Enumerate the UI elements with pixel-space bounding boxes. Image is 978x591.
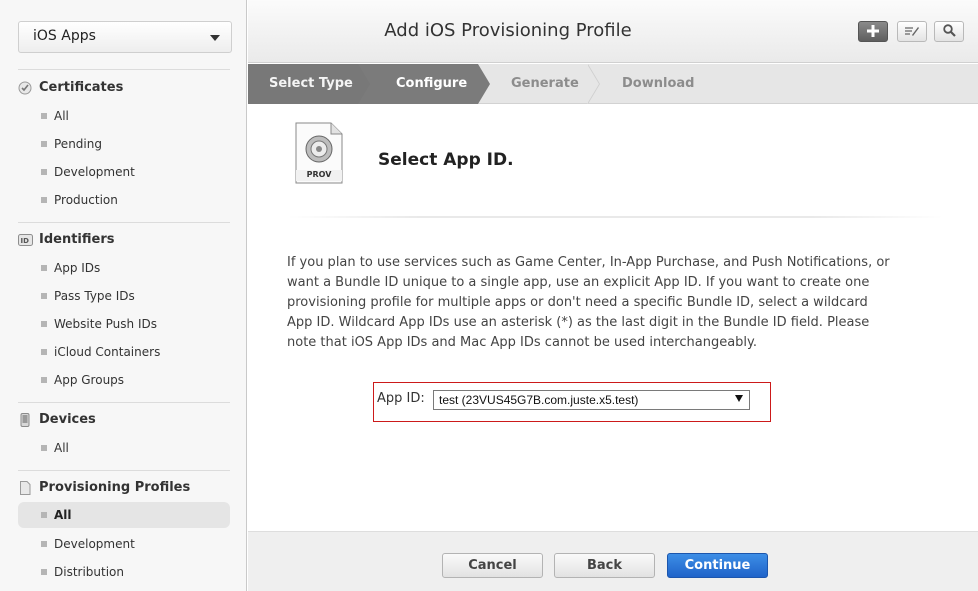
sidebar-item-label: All [54,441,69,455]
step-select-type: Select Type [269,76,353,91]
sidebar-item-label: Pending [54,137,102,151]
header: Add iOS Provisioning Profile [248,0,978,63]
sidebar-divider [18,402,230,403]
sidebar-item-certificates-all[interactable]: All [18,103,230,129]
sidebar-item-label: Pass Type IDs [54,289,135,303]
sidebar-divider [18,69,230,70]
sidebar-item-label: App IDs [54,261,101,275]
sidebar: iOS Apps Certificates All Pending Develo… [0,0,247,591]
sidebar-section-provisioning-profiles: Provisioning Profiles [18,480,190,495]
step-arrow [358,64,370,104]
sidebar-item-certificates-development[interactable]: Development [18,159,230,185]
add-icon [867,22,879,41]
bullet-icon [41,377,47,383]
step-download: Download [622,76,695,91]
sidebar-item-label: Development [54,165,135,179]
bullet-icon [41,197,47,203]
sidebar-item-label: App Groups [54,373,125,387]
step-arrow [587,64,599,104]
bullet-icon [41,321,47,327]
step-arrow [478,64,490,104]
page-title: Add iOS Provisioning Profile [384,20,632,41]
sidebar-item-label: All [54,508,72,522]
step-configure: Configure [396,76,468,91]
sidebar-section-title: Provisioning Profiles [39,480,191,495]
sidebar-item-website-push-ids[interactable]: Website Push IDs [18,311,230,337]
cancel-button[interactable]: Cancel [442,553,543,578]
bullet-icon [41,113,47,119]
sidebar-item-icloud-containers[interactable]: iCloud Containers [18,339,230,365]
sidebar-item-profiles-distribution[interactable]: Distribution [18,559,230,585]
search-icon [942,22,956,41]
search-button[interactable] [934,21,964,42]
footer: Cancel Back Continue [248,531,978,591]
sidebar-item-app-groups[interactable]: App Groups [18,367,230,393]
sidebar-section-devices: Devices [18,412,96,427]
bullet-icon [41,293,47,299]
sidebar-item-label: Distribution [54,565,125,579]
bullet-icon [41,141,47,147]
sidebar-section-title: Identifiers [39,232,115,247]
sidebar-item-profiles-all[interactable]: All [18,502,230,528]
provisioning-profile-icon: PROV [295,122,343,184]
sidebar-section-certificates: Certificates [18,80,123,95]
sidebar-item-pass-type-ids[interactable]: Pass Type IDs [18,283,230,309]
sidebar-item-label: iCloud Containers [54,345,161,359]
bullet-icon [41,541,47,547]
id-badge-icon: ID [18,233,33,247]
sidebar-item-label: Development [54,537,135,551]
app-id-selected-value: test (23VUS45G7B.com.juste.x5.test) [439,393,639,407]
prov-icon-label: PROV [306,170,332,179]
sidebar-divider [18,222,230,223]
back-button[interactable]: Back [554,553,655,578]
sidebar-section-title: Certificates [39,80,124,95]
edit-button[interactable] [897,21,927,42]
sidebar-divider [18,470,230,471]
svg-text:ID: ID [21,237,30,245]
app-id-label: App ID: [377,391,425,406]
sidebar-item-app-ids[interactable]: App IDs [18,255,230,281]
sidebar-item-certificates-production[interactable]: Production [18,187,230,213]
edit-icon [904,22,920,41]
certificate-icon [18,81,32,95]
sidebar-item-label: All [54,109,69,123]
platform-select-label: iOS Apps [33,28,96,44]
sidebar-item-profiles-development[interactable]: Development [18,531,230,557]
dropdown-arrow-icon [735,395,743,402]
wizard-steps: Select Type Configure Generate Download [248,64,978,104]
sidebar-item-certificates-pending[interactable]: Pending [18,131,230,157]
document-icon [18,480,32,495]
step-generate: Generate [511,76,579,91]
sidebar-item-label: Website Push IDs [54,317,157,331]
app-id-field-group: App ID: test (23VUS45G7B.com.juste.x5.te… [373,382,771,422]
main-content: PROV Select App ID. If you plan to use s… [248,105,978,531]
bullet-icon [41,445,47,451]
bullet-icon [41,265,47,271]
continue-button[interactable]: Continue [667,553,768,578]
caret-down-icon [210,35,220,41]
sidebar-item-devices-all[interactable]: All [18,435,230,461]
device-icon [18,412,32,427]
bullet-icon [41,569,47,575]
description-text: If you plan to use services such as Game… [287,255,890,350]
add-button[interactable] [858,21,888,42]
sidebar-section-identifiers: ID Identifiers [18,232,115,247]
sidebar-section-title: Devices [39,412,96,427]
bullet-icon [41,349,47,355]
divider [288,216,943,218]
bullet-icon [41,512,47,518]
platform-select[interactable]: iOS Apps [18,21,232,53]
app-id-select[interactable]: test (23VUS45G7B.com.juste.x5.test) [433,390,750,410]
bullet-icon [41,169,47,175]
section-title: Select App ID. [378,150,514,170]
sidebar-item-label: Production [54,193,118,207]
